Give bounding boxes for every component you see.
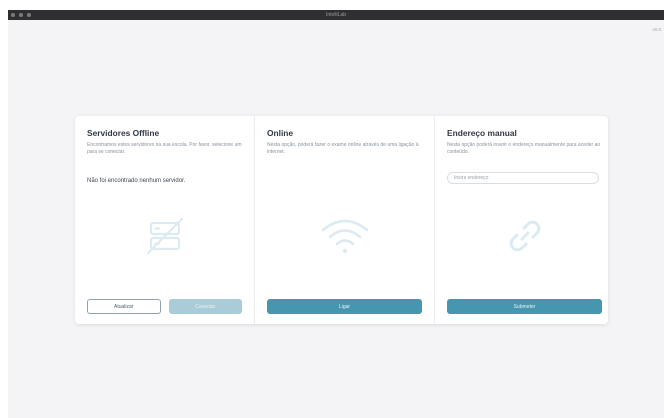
refresh-button[interactable]: Atualizar: [87, 299, 161, 314]
connect-offline-button[interactable]: Conectar: [168, 299, 242, 314]
online-panel: Online Nesta opção, poderá fazer o exame…: [254, 116, 434, 324]
title-bar: IntelliLab: [8, 10, 664, 20]
online-title: Online: [267, 128, 294, 138]
app-version: v0.0: [652, 27, 661, 32]
no-servers-message: Não foi encontrado nenhum servidor.: [87, 178, 186, 184]
connect-online-button[interactable]: Ligar: [267, 299, 422, 314]
window-title: IntelliLab: [325, 12, 346, 18]
link-icon: [509, 220, 540, 252]
wifi-icon: [321, 219, 368, 254]
submit-address-button[interactable]: Submeter: [447, 299, 602, 314]
app-window: IntelliLab v0.0 Servidores Offline Encon…: [8, 10, 664, 418]
offline-servers-panel: Servidores Offline Encontramos estes ser…: [75, 116, 254, 324]
online-description: Nesta opção, poderá fazer o exame online…: [267, 142, 419, 155]
manual-address-panel: Endereço manual Nesta opção poderá inser…: [434, 116, 614, 324]
manual-address-description: Nesta opção poderá inserir o endereço ma…: [447, 142, 601, 155]
offline-servers-title: Servidores Offline: [87, 128, 160, 138]
server-off-icon: [146, 217, 183, 255]
manual-address-title: Endereço manual: [447, 128, 517, 138]
offline-servers-description: Encontramos estes servidores na sua esco…: [87, 142, 242, 155]
address-input[interactable]: [447, 172, 599, 184]
connection-options-card: Servidores Offline Encontramos estes ser…: [75, 116, 608, 324]
